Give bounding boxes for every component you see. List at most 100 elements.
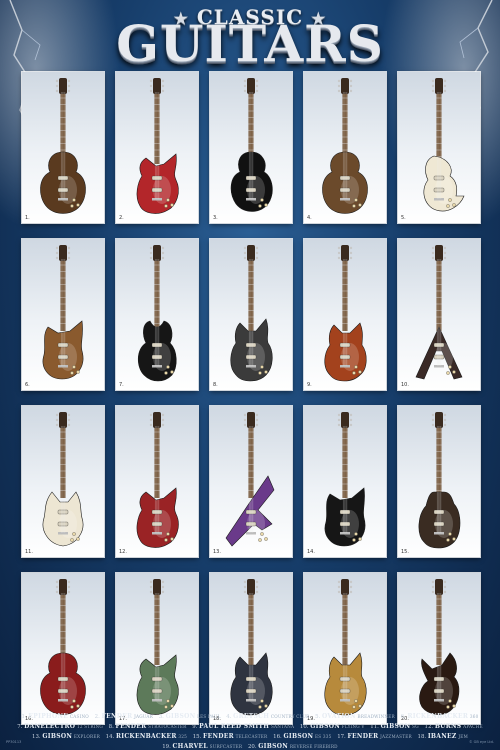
guitar-tuner (337, 246, 341, 250)
guitar-tuner (55, 251, 59, 255)
legend-item: 4. GRETSCH COUNTRY CLUB (226, 713, 309, 720)
title-block: ★ CLASSIC ★ GUITARS (0, 0, 500, 73)
guitar-pickup (151, 175, 163, 181)
guitar-knob (264, 704, 268, 708)
guitar-tuner (255, 246, 259, 250)
guitar-pickup (57, 676, 69, 682)
guitar-tuner (431, 580, 435, 584)
guitar-tuner (243, 413, 247, 417)
guitar-tuner (67, 79, 71, 83)
guitar-illustration (324, 412, 366, 547)
guitar-knob (358, 537, 362, 541)
legend-brand: GIBSON (283, 733, 314, 740)
legend-number: 1. (21, 714, 27, 720)
guitar-knob (170, 704, 174, 708)
legend-model: STRATOCASTER (148, 724, 187, 729)
guitar-knob (166, 532, 170, 536)
guitar-pickup (57, 187, 69, 193)
guitar-pickup (339, 688, 351, 694)
guitar-illustration (225, 412, 275, 547)
guitar-knob (70, 371, 74, 375)
guitar-tuner (337, 84, 341, 88)
guitar-tuner (55, 89, 59, 93)
guitar-knob (76, 704, 80, 708)
guitar-headstock (247, 245, 255, 261)
guitar-tuner (443, 580, 447, 584)
guitar-tuner (443, 251, 447, 255)
guitar-tuner (337, 580, 341, 584)
guitar-pickup (57, 342, 69, 348)
legend-model: LES PAUL (197, 714, 221, 719)
guitar-tuner (161, 246, 165, 250)
guitar-tuner (337, 79, 341, 83)
guitar-knob (352, 538, 356, 542)
guitar-bridge (58, 198, 68, 201)
guitar-knob (72, 198, 76, 202)
guitar-headstock (153, 78, 161, 94)
guitar-illustration (419, 579, 460, 715)
guitar-bridge (58, 532, 68, 535)
legend-brand: RICKENBACKER (115, 733, 177, 740)
guitar-bridge (152, 365, 162, 368)
guitar-pickup (339, 521, 351, 527)
guitar-tuner (161, 256, 165, 260)
guitar-knob (164, 204, 168, 208)
legend-number: 6. (400, 714, 406, 720)
guitar-tuner (161, 89, 165, 93)
guitar-headstock (247, 78, 255, 94)
guitar-tuner (67, 423, 71, 427)
guitar-knob (166, 365, 170, 369)
guitar-tuner (55, 418, 59, 422)
guitar-illustration (423, 78, 465, 212)
guitar-bridge (434, 532, 444, 535)
guitar-tuner (337, 256, 341, 260)
guitar-knob (352, 705, 356, 709)
guitar-illustration (230, 78, 273, 212)
guitar-pickup (151, 354, 163, 360)
guitar-pickup (151, 187, 163, 193)
legend-brand: EPIPHONE (28, 713, 69, 720)
guitar-pickup (433, 676, 445, 682)
legend-model: SANTANA (270, 724, 295, 729)
guitar-illustration (324, 245, 367, 382)
guitar-pickup (151, 676, 163, 682)
guitar-knob (70, 204, 74, 208)
guitar-headstock (341, 245, 349, 261)
guitar-tuner (149, 84, 153, 88)
guitar-tuner (431, 413, 435, 417)
guitar-illustration (230, 579, 273, 716)
guitar-card: 17. (116, 573, 198, 724)
guitar-knob (70, 705, 74, 709)
legend-item: 12. BURNS APACHE (424, 723, 483, 730)
guitar-tuner (431, 418, 435, 422)
guitar-tuner (443, 89, 447, 93)
guitar-knob (76, 203, 80, 207)
guitar-knob (260, 198, 264, 202)
legend-number: 10. (299, 724, 309, 730)
guitar-bridge (152, 198, 162, 201)
guitar-headstock (435, 579, 443, 595)
guitar-knob (352, 371, 356, 375)
guitar-illustration (137, 245, 177, 382)
guitar-pickup (151, 509, 163, 515)
guitar-tuner (431, 251, 435, 255)
legend-number: 9. (192, 724, 198, 730)
legend-number: 12. (424, 724, 434, 730)
legend-model: 325 (178, 734, 187, 739)
guitar-bridge (152, 532, 162, 535)
guitar-knob (452, 203, 456, 207)
guitar-pickup (151, 688, 163, 694)
guitar-tuner (149, 590, 153, 594)
legend-brand: RICKENBACKER (407, 713, 469, 720)
guitar-tuner (349, 256, 353, 260)
guitar-bridge (246, 198, 256, 201)
guitar-number: 5. (401, 215, 406, 221)
guitar-tuner (443, 246, 447, 250)
guitar-bridge (58, 699, 68, 702)
guitar-tuner (149, 585, 153, 589)
guitar-tuner (67, 256, 71, 260)
guitar-number: 14. (307, 549, 315, 555)
title-guitars: GUITARS (116, 14, 384, 73)
legend-item: 1. EPIPHONE CASINO (21, 713, 89, 720)
poster: ★ CLASSIC ★ GUITARS 1. 2. 3. 4. 5. 6. 7. 8. 9. 10… (0, 0, 500, 750)
